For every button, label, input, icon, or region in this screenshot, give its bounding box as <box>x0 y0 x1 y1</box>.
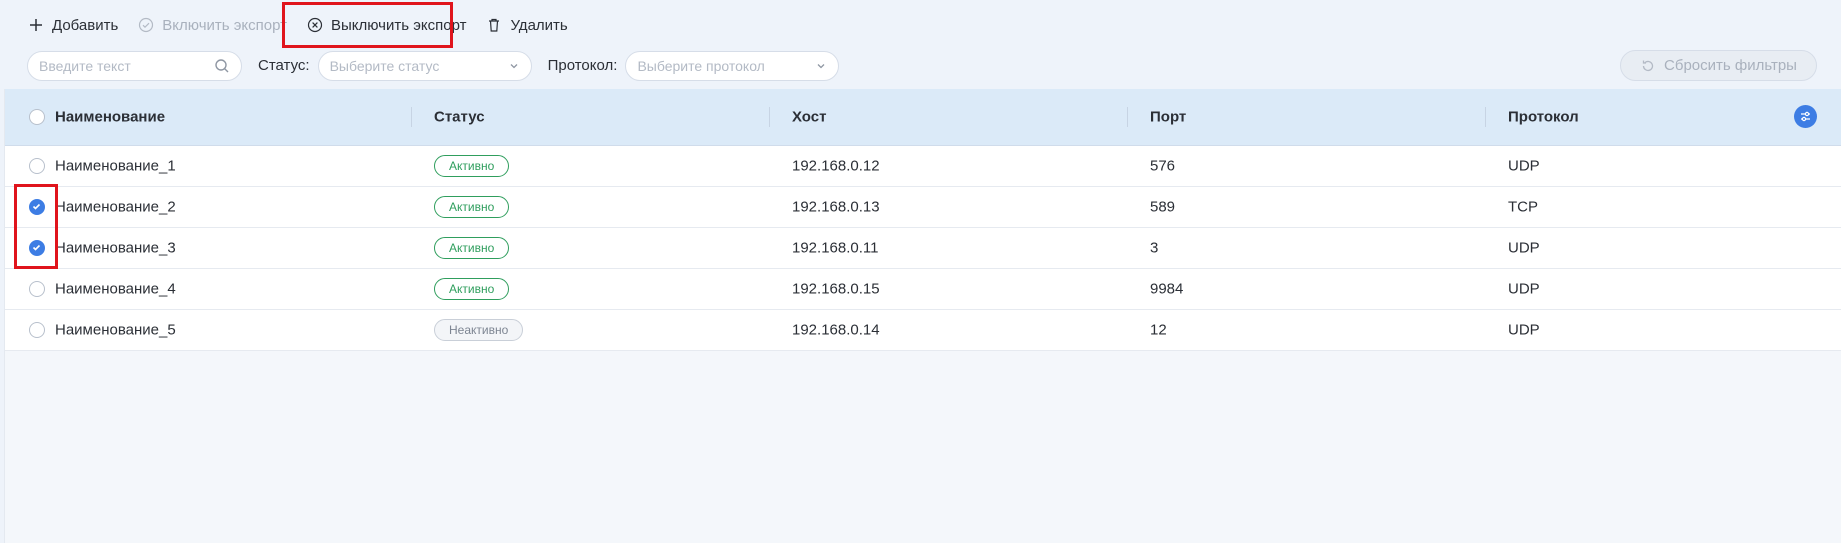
protocol-placeholder: Выберите протокол <box>637 57 765 74</box>
cell-host: 192.168.0.14 <box>792 321 880 339</box>
cell-host: 192.168.0.13 <box>792 198 880 216</box>
table-row[interactable]: Наименование_2 Активно 192.168.0.13 589 … <box>5 187 1841 228</box>
header-protocol[interactable]: Протокол <box>1508 109 1579 126</box>
filters-bar: Введите текст Статус: Выберите статус Пр… <box>27 50 1817 81</box>
select-all-checkbox[interactable] <box>29 109 45 125</box>
column-settings-button[interactable] <box>1794 105 1817 128</box>
cell-host: 192.168.0.11 <box>792 239 879 257</box>
cell-protocol: UDP <box>1508 280 1540 298</box>
status-badge: Активно <box>434 237 510 259</box>
column-divider <box>411 107 412 127</box>
status-filter-label: Статус: <box>258 57 310 74</box>
highlight-selected-checkboxes <box>14 184 58 269</box>
protocol-select[interactable]: Выберите протокол <box>625 50 840 81</box>
check-circle-icon <box>139 17 154 33</box>
table-row[interactable]: Наименование_1 Активно 192.168.0.12 576 … <box>5 146 1841 187</box>
cell-port: 3 <box>1150 239 1159 257</box>
trash-icon <box>489 18 500 32</box>
plus-icon <box>30 19 42 31</box>
cell-name: Наименование_4 <box>55 280 176 298</box>
chevron-down-icon <box>817 63 825 68</box>
row-checkbox[interactable] <box>29 281 45 297</box>
cell-name: Наименование_3 <box>55 239 176 257</box>
column-divider <box>1127 107 1128 127</box>
cell-port: 576 <box>1150 157 1176 175</box>
cell-host: 192.168.0.15 <box>792 280 880 298</box>
header-host[interactable]: Хост <box>792 109 826 126</box>
cell-name: Наименование_1 <box>55 157 176 175</box>
toolbar: Добавить Включить экспорт Выключить эксп… <box>0 0 1841 50</box>
status-placeholder: Выберите статус <box>329 57 440 74</box>
status-badge: Активно <box>434 155 510 177</box>
cell-protocol: UDP <box>1508 321 1540 339</box>
add-button-label: Добавить <box>52 16 119 34</box>
cell-host: 192.168.0.12 <box>792 157 880 175</box>
data-table: Наименование Статус Хост Порт Протокол Н… <box>4 89 1841 543</box>
highlight-disable-export <box>282 2 453 48</box>
add-button[interactable]: Добавить <box>28 17 118 34</box>
protocol-filter-label: Протокол: <box>547 57 618 74</box>
sliders-icon <box>1801 111 1810 122</box>
enable-export-label: Включить экспорт <box>162 16 287 34</box>
enable-export-button[interactable]: Включить экспорт <box>138 17 287 34</box>
column-divider <box>1485 107 1486 127</box>
cell-port: 589 <box>1150 198 1176 216</box>
cell-protocol: UDP <box>1508 157 1540 175</box>
search-input[interactable]: Введите текст <box>27 50 242 81</box>
status-badge: Неактивно <box>434 319 524 341</box>
cell-name: Наименование_5 <box>55 321 176 339</box>
reset-filters-button[interactable]: Сбросить фильтры <box>1620 50 1817 81</box>
row-checkbox[interactable] <box>29 158 45 174</box>
cell-port: 12 <box>1150 321 1167 339</box>
header-status[interactable]: Статус <box>434 109 485 126</box>
delete-button[interactable]: Удалить <box>486 16 568 34</box>
reset-filters-label: Сбросить фильтры <box>1664 57 1797 74</box>
cell-protocol: TCP <box>1508 198 1538 216</box>
header-name[interactable]: Наименование <box>55 109 165 126</box>
status-badge: Активно <box>434 196 510 218</box>
row-checkbox[interactable] <box>29 322 45 338</box>
search-icon <box>215 58 229 72</box>
table-row[interactable]: Наименование_3 Активно 192.168.0.11 3 UD… <box>5 228 1841 269</box>
table-row[interactable]: Наименование_5 Неактивно 192.168.0.14 12… <box>5 310 1841 351</box>
table-row[interactable]: Наименование_4 Активно 192.168.0.15 9984… <box>5 269 1841 310</box>
column-divider <box>769 107 770 127</box>
status-badge: Активно <box>434 278 510 300</box>
chevron-down-icon <box>510 63 518 68</box>
cell-name: Наименование_2 <box>55 198 176 216</box>
search-placeholder: Введите текст <box>39 57 131 74</box>
cell-port: 9984 <box>1150 280 1184 298</box>
reset-icon <box>1642 60 1654 71</box>
status-select[interactable]: Выберите статус <box>317 50 532 81</box>
cell-protocol: UDP <box>1508 239 1540 257</box>
delete-button-label: Удалить <box>510 16 568 34</box>
header-port[interactable]: Порт <box>1150 109 1186 126</box>
table-header: Наименование Статус Хост Порт Протокол <box>5 89 1841 146</box>
